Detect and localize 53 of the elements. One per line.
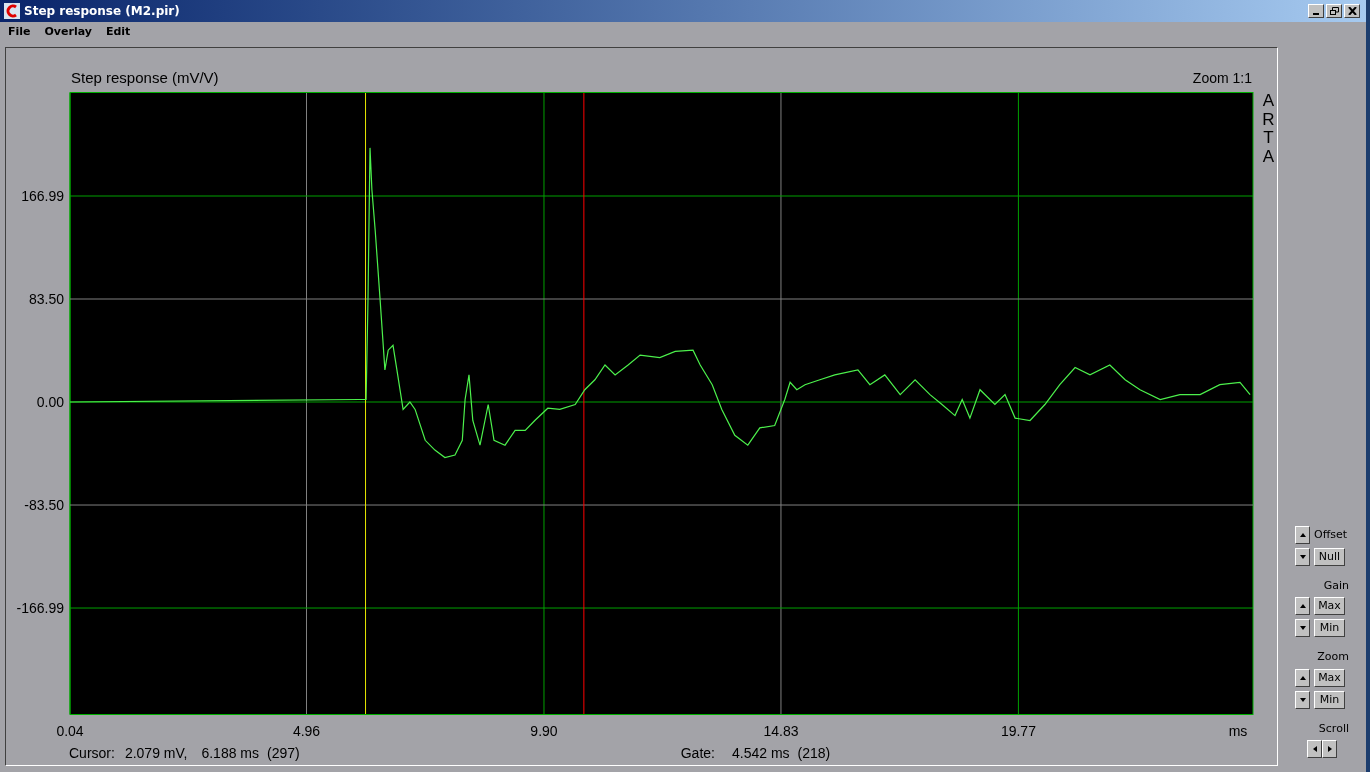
menu-item[interactable]: Overlay [44, 24, 92, 41]
menu-item[interactable]: File [8, 24, 31, 41]
arrow-up-button[interactable] [1295, 668, 1310, 687]
group-label: Scroll [1318, 720, 1349, 737]
arrow-up-button[interactable] [1295, 597, 1310, 615]
chart-title: Step response (mV/V) [71, 67, 219, 88]
arrow-left-button[interactable] [1307, 740, 1322, 758]
group-label: Zoom [1317, 649, 1349, 665]
x-tick-label: 4.96 [292, 723, 321, 739]
group-label: Gain [1323, 577, 1349, 594]
minimize-button[interactable] [1308, 4, 1324, 18]
cursor-index: (297) [267, 743, 300, 763]
brand-label: ARTA [1261, 92, 1276, 169]
control-button[interactable]: Min [1314, 619, 1345, 637]
gate-time: 4.542 ms [731, 743, 790, 763]
close-button[interactable] [1344, 4, 1360, 18]
y-tick-label: 0.00 [36, 394, 64, 410]
triangle-down-icon [1298, 624, 1307, 632]
triangle-up-icon [1298, 602, 1307, 610]
gate-index: (218) [797, 743, 831, 763]
x-axis-unit: ms [1228, 723, 1248, 739]
arrow-down-button[interactable] [1295, 547, 1310, 566]
control-button[interactable]: Max [1314, 668, 1345, 687]
zoom-level: Zoom 1:1 [1192, 69, 1252, 88]
restore-button[interactable] [1326, 4, 1342, 18]
y-tick-label: 83.50 [28, 291, 64, 307]
x-tick-label: 14.83 [763, 723, 799, 739]
cursor-time: 6.188 ms [201, 743, 260, 763]
control-button[interactable]: Min [1314, 690, 1345, 709]
x-tick-label: 19.77 [1000, 723, 1036, 739]
restore-icon [1329, 7, 1339, 15]
triangle-down-icon [1298, 695, 1307, 704]
gate-label: Gate: [680, 743, 715, 763]
y-tick-label: -83.50 [24, 497, 64, 513]
x-tick-label: 9.90 [530, 723, 558, 739]
arrow-up-button[interactable] [1295, 525, 1310, 544]
arrow-right-button[interactable] [1322, 740, 1337, 758]
cursor-value: 2.079 mV, [124, 743, 188, 763]
arrow-down-button[interactable] [1295, 619, 1310, 637]
triangle-right-icon [1325, 745, 1334, 753]
close-icon [1347, 7, 1357, 15]
y-tick-label: -166.99 [16, 600, 64, 616]
control-button[interactable]: Max [1314, 597, 1345, 615]
y-tick-label: 166.99 [21, 188, 64, 204]
control-button[interactable]: Null [1314, 547, 1345, 566]
group-label: Offset [1314, 526, 1349, 543]
cursor-label: Cursor: [69, 743, 115, 763]
app-logo-icon [4, 3, 20, 19]
x-tick-label: 0.04 [56, 723, 84, 739]
window-title: Step response (M2.pir) [24, 3, 180, 20]
triangle-down-icon [1298, 552, 1307, 561]
arrow-down-button[interactable] [1295, 690, 1310, 709]
menu-item[interactable]: Edit [105, 24, 131, 41]
